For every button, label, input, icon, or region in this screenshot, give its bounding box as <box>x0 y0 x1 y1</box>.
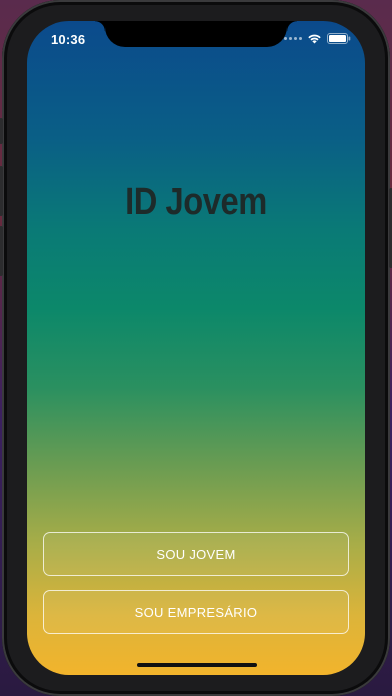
signal-dots-icon <box>284 37 302 40</box>
sou-jovem-button[interactable]: SOU JOVEM <box>43 532 349 576</box>
status-time: 10:36 <box>51 32 86 47</box>
volume-up-button <box>0 166 3 216</box>
notch <box>95 21 287 47</box>
app-title: ID Jovem <box>125 181 267 223</box>
mute-switch <box>0 118 3 144</box>
app-screen: 10:36 ID Jovem SOU JOVEM SOU EMPRESÁRIO <box>27 21 365 675</box>
volume-down-button <box>0 226 3 276</box>
sou-empresario-button[interactable]: SOU EMPRESÁRIO <box>43 590 349 634</box>
status-icons <box>284 33 351 44</box>
battery-icon <box>327 33 351 44</box>
home-indicator[interactable] <box>137 663 257 667</box>
wifi-icon <box>308 34 321 44</box>
